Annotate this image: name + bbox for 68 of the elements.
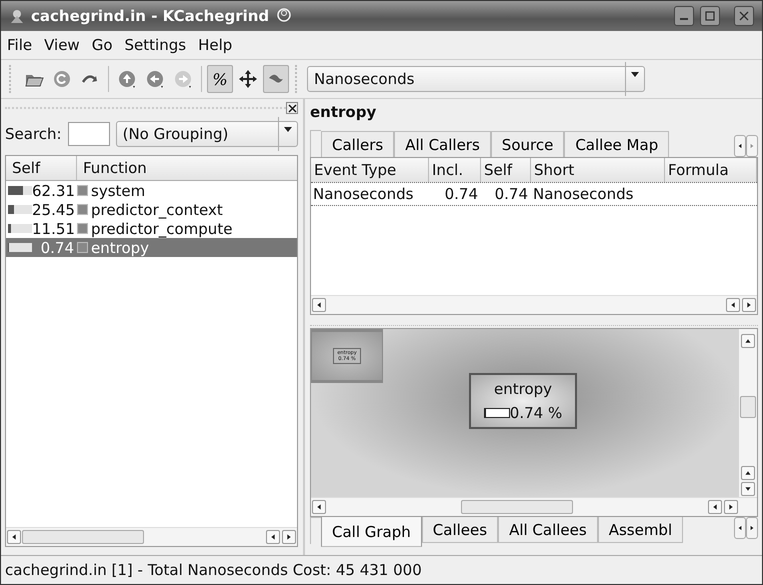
maximize-button[interactable] [700,6,720,26]
minimize-button[interactable] [674,6,694,26]
swirl-icon [275,8,294,24]
function-row[interactable]: 11.51 predictor_compute [6,219,297,238]
cost-bar [8,205,32,214]
table-cell-text: Nanoseconds [532,185,634,203]
column-header[interactable]: Self [481,158,531,182]
column-header[interactable]: Short [531,158,665,182]
cost-bar [8,186,32,195]
node-cost: 0.74 % [510,404,562,422]
function-name: predictor_context [91,200,223,218]
function-icon [77,242,88,253]
minimize-icon [680,18,688,20]
tab[interactable]: All Callers [394,131,491,157]
function-icon [77,185,88,196]
close-icon[interactable] [286,102,298,114]
column-header[interactable]: Incl. [429,158,481,182]
tab[interactable]: All Callees [498,517,598,543]
horizontal-scrollbar[interactable] [6,527,297,546]
percent-button[interactable]: % [207,65,233,93]
search-label: Search: [5,125,62,143]
tab[interactable]: Callees [422,517,498,543]
tab[interactable]: Call Graph [321,517,422,547]
cost-bar [8,243,32,252]
function-row[interactable]: 62.31 system [6,181,297,200]
maximize-icon [705,11,715,21]
window-title: cachegrind.in - KCachegrind [31,7,270,25]
self-cost: 11.51 [32,220,74,238]
self-cost: 25.45 [32,200,74,218]
column-header[interactable]: Event Type [311,158,429,182]
menu-item[interactable]: Go [92,36,113,54]
table-cell-text: 0.74 [444,185,479,203]
horizontal-scrollbar[interactable] [311,497,757,516]
function-name: predictor_compute [91,220,232,238]
vertical-scrollbar[interactable] [739,329,757,497]
scrollbar-thumb[interactable] [740,396,756,418]
column-header[interactable]: Self [6,156,77,180]
function-icon [77,223,88,234]
function-name: entropy [91,238,150,256]
function-row[interactable]: 0.74 entropy [6,238,297,257]
cost-bar [484,408,510,418]
menu-item[interactable]: File [7,36,32,54]
app-icon [9,8,25,24]
menu-item[interactable]: Help [198,36,232,54]
status-bar: cachegrind.in [1] - Total Nanoseconds Cost: 45 431 000 [1,555,762,584]
tab[interactable]: Callee Map [564,131,670,157]
function-icon [77,204,88,215]
horizontal-scrollbar[interactable] [311,295,757,314]
cost-bar [8,224,32,233]
table-cell-text: Nanoseconds [312,185,414,203]
search-field[interactable] [68,122,110,146]
close-button[interactable] [734,6,754,26]
table-cell-text: 0.74 [494,185,529,203]
graph-node[interactable]: entropy 0.74 % [469,373,577,429]
tab[interactable]: Callers [321,131,394,157]
menu-item[interactable]: Settings [124,36,186,54]
function-title: entropy [310,103,378,123]
self-cost: 62.31 [32,182,74,200]
close-icon [739,11,749,21]
menu-item[interactable]: View [44,36,80,54]
tab[interactable]: Assembl [598,517,684,543]
node-name: entropy [494,380,552,398]
function-name: system [91,182,146,200]
column-header[interactable]: Function [77,156,147,180]
self-cost: 0.74 [40,238,74,256]
tab[interactable]: Source [490,131,564,157]
column-header[interactable]: Formula [665,158,757,182]
function-row[interactable]: 25.45 predictor_context [6,200,297,219]
